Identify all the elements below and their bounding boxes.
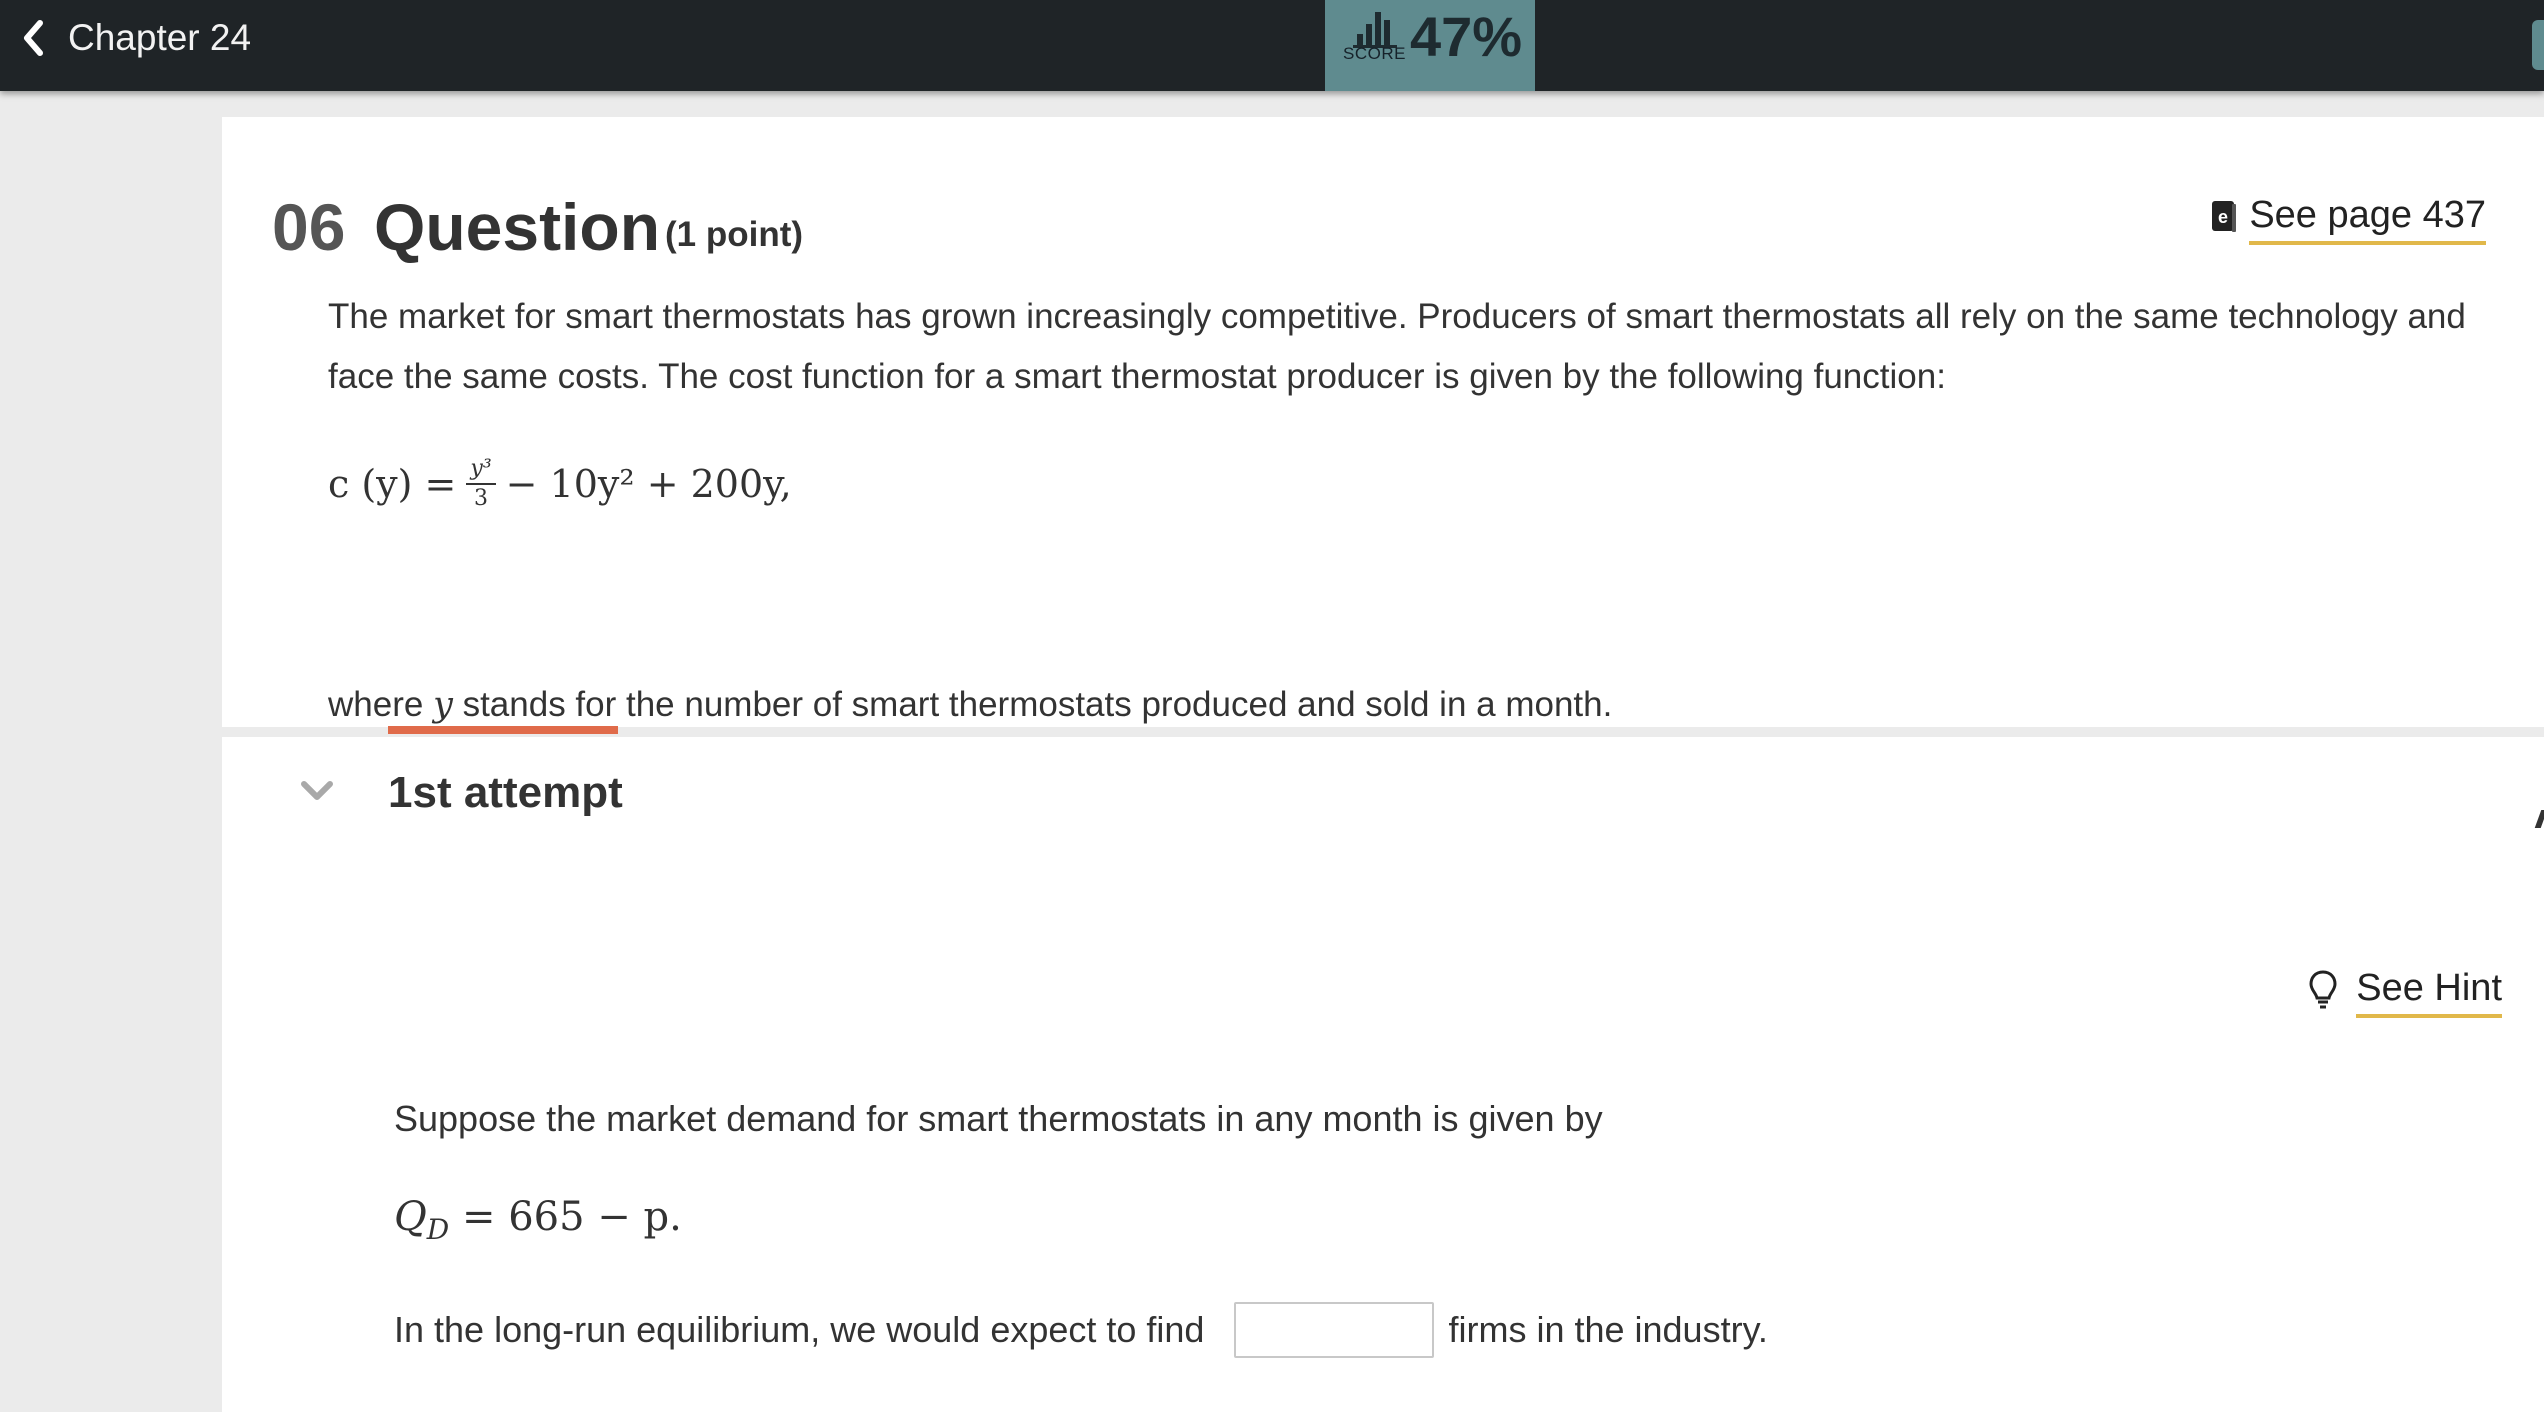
answer-row: In the long-run equilibrium, we would ex… bbox=[394, 1302, 1768, 1358]
svg-text:e: e bbox=[2218, 207, 2228, 227]
demand-formula: QD = 665 − p. bbox=[394, 1194, 682, 1246]
formula-lhs: c (y) = bbox=[328, 462, 457, 506]
see-page-label: See page 437 bbox=[2249, 194, 2486, 245]
demand-q: Q bbox=[394, 1194, 427, 1240]
left-gutter bbox=[0, 91, 222, 1412]
back-link-label: Chapter 24 bbox=[68, 16, 252, 58]
score-value: 47% bbox=[1410, 5, 1523, 68]
score-label: SCORE bbox=[1343, 44, 1406, 63]
see-hint-label: See Hint bbox=[2356, 967, 2502, 1018]
question-title: Question bbox=[374, 190, 661, 264]
where-sentence: where y stands for the number of smart t… bbox=[328, 685, 1612, 725]
question-number: 06 bbox=[272, 190, 346, 264]
where-variable: y bbox=[433, 685, 453, 725]
lightbulb-icon bbox=[2308, 969, 2338, 1016]
answer-prefix: In the long-run equilibrium, we would ex… bbox=[394, 1309, 1205, 1350]
number-of-firms-input[interactable] bbox=[1234, 1302, 1435, 1358]
topbar-edge-tab bbox=[2532, 20, 2544, 70]
ebook-icon: e bbox=[2211, 200, 2237, 239]
where-prefix: where bbox=[328, 685, 434, 724]
formula-fraction: y³ 3 bbox=[466, 455, 496, 513]
chevron-down-icon[interactable] bbox=[300, 780, 334, 807]
demand-intro-text: Suppose the market demand for smart ther… bbox=[394, 1098, 1603, 1139]
where-suffix: stands for the number of smart thermosta… bbox=[452, 685, 1613, 724]
score-display[interactable]: SCORE 47% bbox=[1325, 0, 1535, 91]
see-page-link[interactable]: e See page 437 bbox=[2211, 194, 2486, 245]
top-bar: Chapter 24 SCORE 47% bbox=[0, 0, 2544, 91]
fraction-numerator: y³ bbox=[466, 455, 496, 485]
chevron-left-icon bbox=[22, 19, 44, 56]
demand-rhs: = 665 − p. bbox=[449, 1194, 682, 1240]
formula-rhs: − 10y² + 200y, bbox=[505, 462, 792, 506]
cost-function-formula: c (y) = y³ 3 − 10y² + 200y, bbox=[328, 455, 792, 513]
attempt-tab-accent bbox=[388, 726, 618, 734]
question-card: 06 Question (1 point) e See page 437 The… bbox=[222, 117, 2544, 727]
question-points: (1 point) bbox=[665, 215, 804, 254]
question-paragraph: The market for smart thermostats has gro… bbox=[328, 297, 2466, 396]
see-hint-link[interactable]: See Hint bbox=[2308, 967, 2502, 1018]
fraction-denominator: 3 bbox=[474, 486, 489, 511]
answer-suffix: firms in the industry. bbox=[1448, 1309, 1768, 1350]
back-to-chapter-link[interactable]: Chapter 24 bbox=[22, 0, 251, 75]
attempt-label[interactable]: 1st attempt bbox=[388, 768, 623, 818]
demand-subscript: D bbox=[426, 1213, 450, 1246]
